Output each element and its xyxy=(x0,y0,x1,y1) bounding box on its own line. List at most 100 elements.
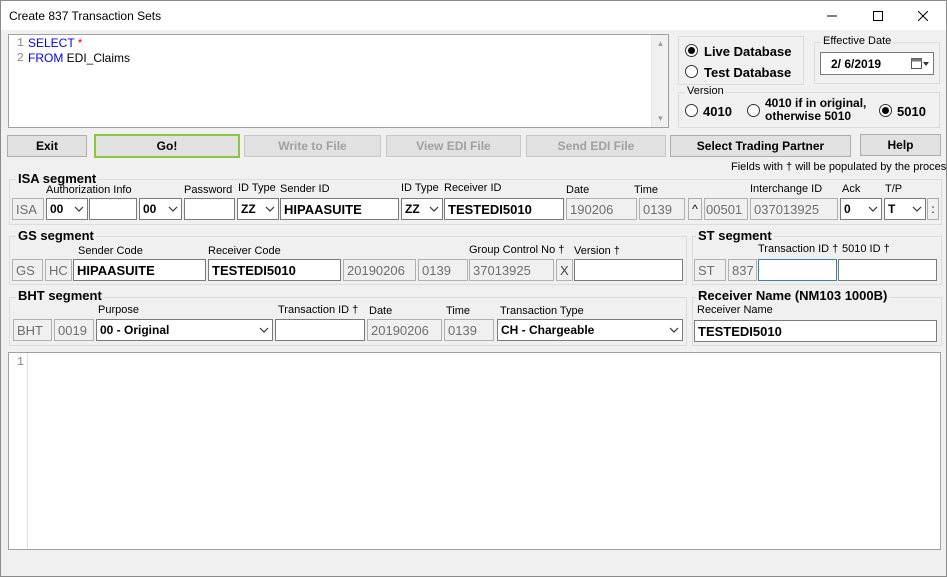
query-scrollbar[interactable]: ▲ ▼ xyxy=(651,35,668,127)
gs-receiver-code-input[interactable]: TESTEDI5010 xyxy=(208,259,341,281)
close-button[interactable] xyxy=(900,1,946,30)
help-button[interactable]: Help xyxy=(860,134,941,156)
calendar-dropdown-icon[interactable] xyxy=(911,58,929,70)
st-transaction-id-input[interactable] xyxy=(758,259,837,281)
title-bar: Create 837 Transaction Sets xyxy=(1,1,946,30)
chevron-down-icon xyxy=(429,206,439,212)
purpose-select[interactable]: 00 - Original xyxy=(96,319,273,341)
chevron-down-icon xyxy=(912,206,922,212)
line-number: 1 xyxy=(16,355,24,369)
sql-text: EDI_Claims xyxy=(63,51,131,65)
chevron-down-icon xyxy=(265,206,275,212)
sql-text: * xyxy=(74,36,83,50)
version-label: Version xyxy=(685,85,726,97)
gs-functional-id: HC xyxy=(45,259,72,281)
version-4010-label: 4010 xyxy=(703,104,732,119)
auth-info-label: Authorization Info xyxy=(46,184,132,196)
bht-segment-id: BHT xyxy=(13,319,52,341)
transaction-type-value: CH - Chargeable xyxy=(501,323,595,337)
isa-time-label: Time xyxy=(634,184,659,196)
password-qualifier-value: 00 xyxy=(143,202,157,216)
st-transaction-code: 837 xyxy=(728,259,757,281)
password-qualifier-select[interactable]: 00 xyxy=(139,198,182,220)
receiver-name-label: Receiver Name xyxy=(697,304,773,316)
tp-select[interactable]: T xyxy=(884,198,926,220)
sql-keyword: FROM xyxy=(28,51,64,65)
gs-sender-code-label: Sender Code xyxy=(78,245,143,257)
transaction-type-select[interactable]: CH - Chargeable xyxy=(497,319,683,341)
scroll-down-icon[interactable]: ▼ xyxy=(652,110,669,127)
chevron-down-icon xyxy=(868,206,878,212)
receiver-name-title: Receiver Name (NM103 1000B) xyxy=(696,288,890,303)
gs-version-input[interactable] xyxy=(574,259,683,281)
component-separator-field[interactable]: : xyxy=(927,198,939,220)
password-label: Password xyxy=(184,184,233,196)
view-edi-file-button[interactable]: View EDI File xyxy=(386,135,521,157)
populated-note: Fields with † will be populated by the p… xyxy=(731,161,947,173)
version-mixed-radio[interactable] xyxy=(747,104,760,117)
isa-time-field: 0139 xyxy=(639,198,685,220)
password-input[interactable] xyxy=(184,198,235,220)
group-control-label: Group Control No † xyxy=(469,244,565,256)
auth-qualifier-value: 00 xyxy=(50,202,64,216)
write-to-file-button[interactable]: Write to File xyxy=(244,135,381,157)
query-editor[interactable]: 1 2 SELECT * FROM EDI_Claims ▲ ▼ xyxy=(8,34,669,128)
auth-qualifier-select[interactable]: 00 xyxy=(46,198,88,220)
bht-transaction-id-input[interactable] xyxy=(275,319,365,341)
gs-date-field: 20190206 xyxy=(343,259,416,281)
bht-date-field: 20190206 xyxy=(367,319,442,341)
ack-label: Ack xyxy=(842,183,861,195)
st-5010-id-input[interactable] xyxy=(838,259,937,281)
query-text[interactable]: SELECT * FROM EDI_Claims xyxy=(28,36,130,66)
test-database-radio[interactable] xyxy=(685,65,698,78)
live-database-radio[interactable] xyxy=(685,44,698,57)
live-database-label: Live Database xyxy=(704,44,792,59)
chevron-down-icon xyxy=(74,206,84,212)
transaction-type-label: Transaction Type xyxy=(500,305,584,317)
bht-title: BHT segment xyxy=(16,288,104,303)
query-line: FROM EDI_Claims xyxy=(28,51,130,66)
receiver-name-input[interactable]: TESTEDI5010 xyxy=(694,320,937,342)
maximize-button[interactable] xyxy=(855,1,901,30)
version-5010-label: 5010 xyxy=(897,104,926,119)
interchange-id-field: 037013925 xyxy=(750,198,838,220)
window-title: Create 837 Transaction Sets xyxy=(9,9,162,23)
isa-segment-id: ISA xyxy=(12,198,44,220)
version-mixed-line2: otherwise 5010 xyxy=(765,109,852,123)
gutter-divider xyxy=(27,353,28,549)
purpose-value: 00 - Original xyxy=(100,323,170,337)
version-5010-radio[interactable] xyxy=(879,104,892,117)
gs-time-field: 0139 xyxy=(418,259,468,281)
gs-version-label: Version † xyxy=(574,245,620,257)
receiver-id-input[interactable]: TESTEDI5010 xyxy=(444,198,564,220)
auth-info-input[interactable] xyxy=(89,198,137,220)
sender-id-label: Sender ID xyxy=(280,183,330,195)
ack-select[interactable]: 0 xyxy=(840,198,882,220)
minimize-button[interactable] xyxy=(809,1,855,30)
scroll-up-icon[interactable]: ▲ xyxy=(652,35,669,52)
st-segment-id: ST xyxy=(694,259,726,281)
effective-date-picker[interactable]: 2/ 6/2019 xyxy=(820,52,934,75)
repetition-separator-field[interactable]: ^ xyxy=(688,198,702,220)
group-control-field: 37013925 xyxy=(469,259,554,281)
select-trading-partner-button[interactable]: Select Trading Partner xyxy=(670,135,851,157)
query-line: SELECT * xyxy=(28,36,130,51)
receiver-id-label: Receiver ID xyxy=(444,182,502,194)
gs-sender-code-input[interactable]: HIPAASUITE xyxy=(73,259,206,281)
sender-id-type-select[interactable]: ZZ xyxy=(237,198,279,220)
tp-value: T xyxy=(888,202,896,216)
sender-id-input[interactable]: HIPAASUITE xyxy=(280,198,399,220)
version-4010-radio[interactable] xyxy=(685,104,698,117)
gs-x-field: X xyxy=(556,259,573,281)
tp-label: T/P xyxy=(885,183,903,195)
go-button[interactable]: Go! xyxy=(94,134,240,158)
send-edi-file-button[interactable]: Send EDI File xyxy=(526,135,666,157)
line-number: 1 xyxy=(16,36,24,50)
receiver-id-type-select[interactable]: ZZ xyxy=(401,198,443,220)
output-editor[interactable]: 1 xyxy=(8,352,941,550)
receiver-id-type-label: ID Type xyxy=(401,182,439,194)
query-gutter: 1 2 xyxy=(9,35,27,127)
exit-button[interactable]: Exit xyxy=(7,135,87,157)
st-title: ST segment xyxy=(696,228,774,243)
isa-version-field: 00501 xyxy=(704,198,748,220)
